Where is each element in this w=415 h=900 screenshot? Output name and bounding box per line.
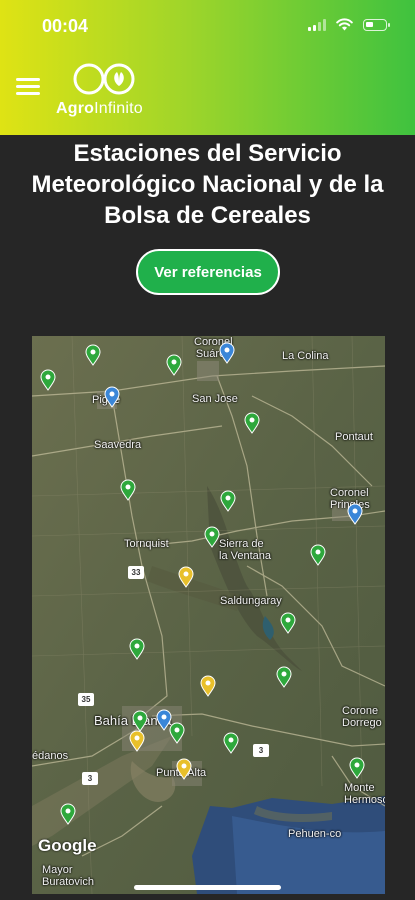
station-pin-green[interactable] [169, 722, 185, 744]
station-pin-green[interactable] [223, 732, 239, 754]
station-pin-yellow[interactable] [176, 758, 192, 780]
status-icons [308, 18, 390, 31]
map-label-pehuen-co: Pehuen-co [288, 828, 342, 840]
station-pin-green[interactable] [60, 803, 76, 825]
home-indicator[interactable] [134, 885, 281, 890]
logo-wordmark: AgroInfinito [56, 100, 143, 117]
station-pin-green[interactable] [310, 544, 326, 566]
map-label-saavedra: Saavedra [94, 439, 142, 451]
status-time: 00:04 [42, 16, 89, 36]
station-pin-green[interactable] [349, 757, 365, 779]
station-pin-green[interactable] [120, 479, 136, 501]
station-pin-green[interactable] [132, 710, 148, 732]
map-label-medanos: édanos [32, 750, 69, 762]
route-shield: 3 [82, 772, 98, 785]
map-terrain [32, 336, 385, 894]
station-pin-green[interactable] [220, 490, 236, 512]
station-pin-green[interactable] [244, 412, 260, 434]
view-references-button[interactable]: Ver referencias [136, 249, 280, 295]
page-title: Estaciones del Servicio Meteorológico Na… [31, 140, 384, 229]
stations-map[interactable]: Coronel Suárez La Colina Pigüé San Jose … [32, 336, 385, 894]
map-label-coronel-dorrego: Corone Dorrego [342, 705, 382, 729]
map-label-pontaut: Pontaut [335, 431, 373, 443]
map-label-saldungaray: Saldungaray [220, 595, 282, 607]
station-pin-green[interactable] [129, 638, 145, 660]
app-header: 00:04 AgroInfinito [0, 0, 415, 135]
station-pin-green[interactable] [85, 344, 101, 366]
station-pin-blue[interactable] [104, 386, 120, 408]
route-shield: 3 [253, 744, 269, 757]
google-logo: Google [38, 836, 97, 855]
wifi-icon [336, 18, 353, 31]
station-pin-green[interactable] [280, 612, 296, 634]
menu-icon[interactable] [16, 78, 40, 96]
route-shield: 35 [78, 693, 94, 706]
station-pin-green[interactable] [204, 526, 220, 548]
route-shield: 33 [128, 566, 144, 579]
station-pin-green[interactable] [166, 354, 182, 376]
cellular-signal-icon [308, 18, 326, 31]
map-label-la-colina: La Colina [282, 350, 329, 362]
station-pin-green[interactable] [276, 666, 292, 688]
station-pin-yellow[interactable] [200, 675, 216, 697]
map-label-mayor-buratovich: Mayor Buratovich [42, 864, 94, 888]
map-label-san-jose: San Jose [192, 393, 238, 405]
station-pin-blue[interactable] [219, 342, 235, 364]
map-label-monte-hermoso: Monte Hermoso [344, 782, 385, 806]
battery-icon [363, 18, 390, 31]
station-pin-yellow[interactable] [129, 730, 145, 752]
station-pin-green[interactable] [40, 369, 56, 391]
station-pin-blue[interactable] [347, 503, 363, 525]
map-label-tornquist: Tornquist [124, 538, 169, 550]
map-label-sierra-de-la-ventana: Sierra de la Ventana [219, 538, 271, 562]
station-pin-yellow[interactable] [178, 566, 194, 588]
